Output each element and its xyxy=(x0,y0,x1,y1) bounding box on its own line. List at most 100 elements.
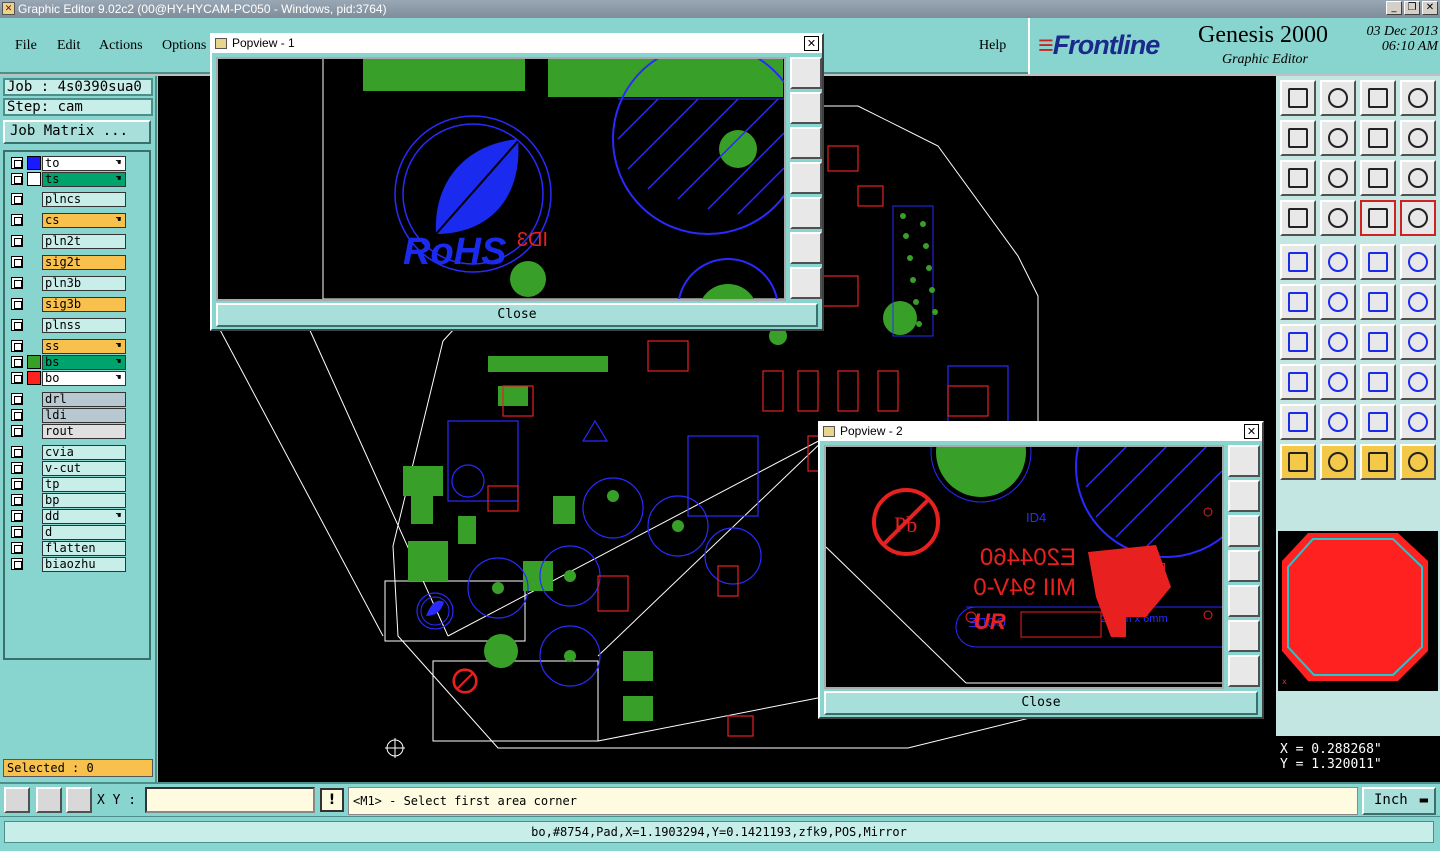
layer-checkbox[interactable] xyxy=(11,462,23,474)
popview-1-close-button[interactable]: Close xyxy=(216,303,818,327)
layer-name[interactable]: pln3b xyxy=(42,276,126,291)
layer-name[interactable]: sig2t xyxy=(42,255,126,270)
layer-row-v-cut[interactable]: v-cut xyxy=(7,461,147,476)
tools-icon[interactable] xyxy=(1280,200,1316,236)
pointer-icon[interactable] xyxy=(1280,444,1316,480)
layer-row-flatten[interactable]: flatten xyxy=(7,541,147,556)
arrow-point-icon[interactable] xyxy=(1400,284,1436,320)
popview-zoom-out-icon[interactable] xyxy=(1228,655,1260,687)
snap-icon[interactable] xyxy=(1360,120,1396,156)
pointer-alt-icon[interactable] xyxy=(1360,444,1396,480)
close-window-button[interactable]: ✕ xyxy=(1422,1,1438,15)
menu-edit[interactable]: Edit xyxy=(57,38,80,54)
layer-checkbox[interactable] xyxy=(11,526,23,538)
copy-icon[interactable] xyxy=(1400,364,1436,400)
layer-row-d[interactable]: d xyxy=(7,525,147,540)
layer-name[interactable]: flatten xyxy=(42,541,126,556)
select-box-icon[interactable] xyxy=(1280,244,1316,280)
layer-checkbox[interactable] xyxy=(11,340,23,352)
layer-checkbox[interactable] xyxy=(11,356,23,368)
layer-name[interactable]: drl xyxy=(42,392,126,407)
layer-color-swatch[interactable] xyxy=(27,156,41,170)
layer-name[interactable]: dd ☚ xyxy=(42,509,126,524)
layer-row-dd[interactable]: dd ☚ xyxy=(7,509,147,524)
layer-row-sig2t[interactable]: sig2t xyxy=(7,255,147,270)
layer-color-swatch[interactable] xyxy=(27,172,41,186)
layer-checkbox[interactable] xyxy=(11,173,23,185)
popview-pan-down-icon[interactable] xyxy=(1228,515,1260,547)
minimap[interactable]: x xyxy=(1278,531,1438,691)
center-icon[interactable] xyxy=(1320,160,1356,196)
split-icon[interactable] xyxy=(1320,364,1356,400)
layer-checkbox[interactable] xyxy=(11,446,23,458)
arch-2-icon[interactable] xyxy=(1400,404,1436,440)
layer-checkbox[interactable] xyxy=(11,558,23,570)
ruler-icon[interactable] xyxy=(1360,244,1396,280)
cross-icon[interactable] xyxy=(1320,284,1356,320)
arch-icon[interactable] xyxy=(1360,404,1396,440)
layer-checkbox[interactable] xyxy=(11,510,23,522)
move-point-icon[interactable] xyxy=(1360,284,1396,320)
menu-help[interactable]: Help xyxy=(979,38,1006,54)
popview-zoom-out-icon[interactable] xyxy=(790,267,822,299)
popview-pan-down-icon[interactable] xyxy=(790,127,822,159)
save-icon[interactable] xyxy=(1320,80,1356,116)
execute-button[interactable]: ! xyxy=(320,788,344,812)
export-icon[interactable] xyxy=(1320,120,1356,156)
popview-2-close-button[interactable]: Close xyxy=(824,691,1258,715)
layer-row-biaozhu[interactable]: biaozhu xyxy=(7,557,147,572)
menu-file[interactable]: File xyxy=(15,38,37,54)
layer-row-drl[interactable]: drl xyxy=(7,392,147,407)
home-icon[interactable] xyxy=(1360,80,1396,116)
pointer-box-icon[interactable] xyxy=(1320,444,1356,480)
layer-name[interactable]: ss ☚ xyxy=(42,339,126,354)
dashed-box-icon[interactable] xyxy=(1400,244,1436,280)
mirror-icon[interactable] xyxy=(1400,324,1436,360)
layer-row-cvia[interactable]: cvia xyxy=(7,445,147,460)
layer-name[interactable]: rout xyxy=(42,424,126,439)
layer-checkbox[interactable] xyxy=(11,372,23,384)
layer-row-ldi[interactable]: ldi xyxy=(7,408,147,423)
layers-red-icon[interactable] xyxy=(1360,200,1396,236)
line-icon[interactable] xyxy=(1320,324,1356,360)
layer-name[interactable]: bp xyxy=(42,493,126,508)
layer-row-ss[interactable]: ss ☚ xyxy=(7,339,147,354)
layer-checkbox[interactable] xyxy=(11,409,23,421)
layer-row-bs[interactable]: bs ☚ xyxy=(7,355,147,370)
grid-snap-icon[interactable] xyxy=(66,787,92,813)
popview-pan-right-icon[interactable] xyxy=(790,197,822,229)
layer-checkbox[interactable] xyxy=(11,478,23,490)
layers-red-2-icon[interactable] xyxy=(1400,200,1436,236)
layer-row-rout[interactable]: rout xyxy=(7,424,147,439)
job-matrix-button[interactable]: Job Matrix ... xyxy=(3,120,151,144)
layer-row-sig3b[interactable]: sig3b xyxy=(7,297,147,312)
layer-checkbox[interactable] xyxy=(11,256,23,268)
minimize-button[interactable]: _ xyxy=(1386,1,1402,15)
feature-icon[interactable] xyxy=(1280,364,1316,400)
layer-name[interactable]: bo ☚ xyxy=(42,371,126,386)
angle-icon[interactable] xyxy=(1280,324,1316,360)
scale-1-2-icon[interactable] xyxy=(1360,160,1396,196)
layer-color-swatch[interactable] xyxy=(27,355,41,369)
layer-name[interactable]: ldi xyxy=(42,408,126,423)
arc-icon[interactable] xyxy=(1320,404,1356,440)
popview-pan-up-icon[interactable] xyxy=(1228,480,1260,512)
layer-row-ts[interactable]: ts ☚ xyxy=(7,172,147,187)
popview-1-close-x[interactable]: ✕ xyxy=(804,36,819,51)
rotate-icon[interactable] xyxy=(1360,324,1396,360)
popview-zoom-fit-icon[interactable] xyxy=(790,57,822,89)
layer-name[interactable]: to ☚ xyxy=(42,156,126,171)
xy-input[interactable] xyxy=(145,787,315,813)
layer-name[interactable]: pln2t xyxy=(42,234,126,249)
layer-checkbox[interactable] xyxy=(11,494,23,506)
fit-icon[interactable] xyxy=(1280,160,1316,196)
layer-name[interactable]: biaozhu xyxy=(42,557,126,572)
maximize-button[interactable]: ❐ xyxy=(1404,1,1420,15)
popview-zoom-in-icon[interactable] xyxy=(1228,620,1260,652)
grid-icon[interactable] xyxy=(1320,200,1356,236)
layer-checkbox[interactable] xyxy=(11,214,23,226)
layer-name[interactable]: plnss xyxy=(42,318,126,333)
layer-name[interactable]: ts ☚ xyxy=(42,172,126,187)
menu-options[interactable]: Options xyxy=(162,38,206,54)
menu-actions[interactable]: Actions xyxy=(99,38,143,54)
